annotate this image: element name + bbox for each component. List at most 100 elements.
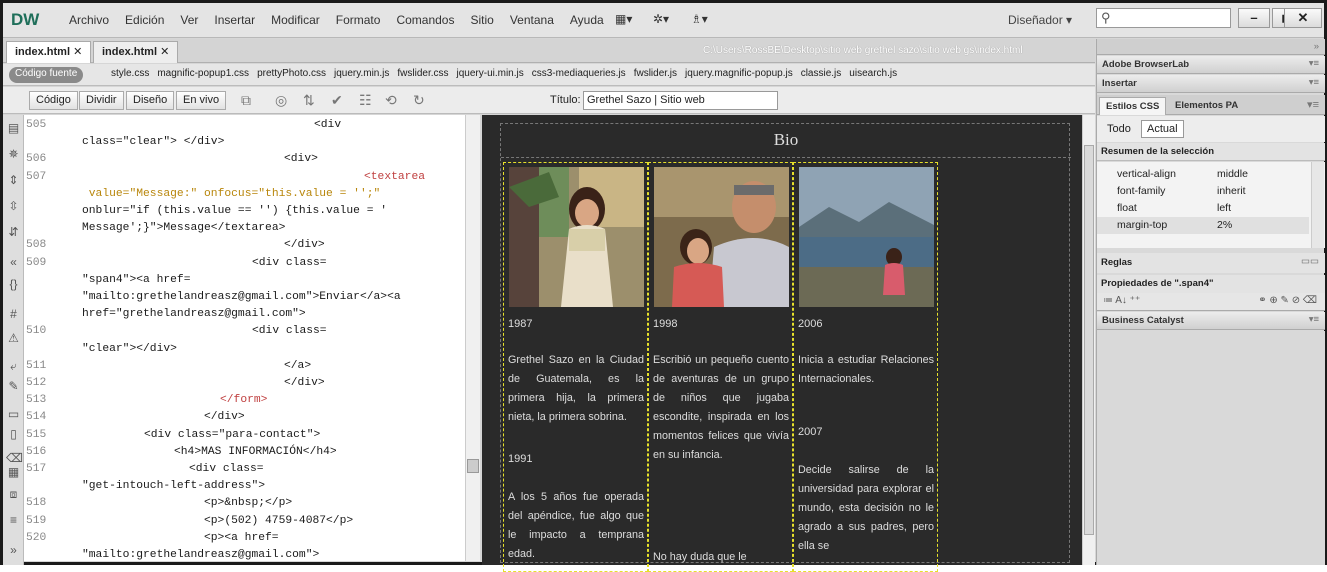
related-file[interactable]: style.css (111, 68, 149, 79)
file-management-icon[interactable]: ⇅ (303, 92, 315, 109)
panel-menu-icon[interactable]: ▾≡ (1307, 98, 1319, 111)
css-properties-list[interactable]: vertical-align middle font-family inherit … (1097, 162, 1325, 248)
related-file[interactable]: css3-mediaqueries.js (532, 68, 626, 79)
menu-archivo[interactable]: Archivo (61, 13, 117, 27)
related-file[interactable]: jquery-ui.min.js (457, 68, 524, 79)
bio-column-2006[interactable]: 2006 Inicia a estudiar Relaciones Intern… (793, 162, 938, 572)
preview-icon[interactable]: ◎ (275, 92, 287, 109)
panel-business-catalyst[interactable]: Business Catalyst ▾≡ (1097, 312, 1325, 330)
refresh-design-icon[interactable]: ⟲ (385, 92, 397, 109)
move-css-icon[interactable]: ⧈ (6, 487, 21, 502)
mode-todo-button[interactable]: Todo (1101, 120, 1137, 138)
panel-menu-icon[interactable]: ▾≡ (1309, 58, 1319, 69)
reload-icon[interactable]: ↻ (413, 92, 425, 109)
related-file[interactable]: fwslider.js (634, 68, 677, 79)
balance-braces-icon[interactable]: {} (6, 277, 21, 292)
menu-sitio[interactable]: Sitio (462, 13, 501, 27)
layout-icon[interactable]: ▦▾ (615, 12, 632, 26)
code-scrollbar[interactable] (465, 115, 480, 561)
code-line: onblur="if (this.value == '') {this.valu… (24, 205, 464, 222)
rule-actions-icon[interactable]: ⚭ ⊕ ✎ ⊘ ⌫ (1258, 295, 1317, 306)
check-icon[interactable]: ✔ (331, 92, 343, 109)
related-file[interactable]: uisearch.js (849, 68, 897, 79)
extend-icon[interactable]: ✲▾ (653, 12, 669, 26)
menu-insertar[interactable]: Insertar (206, 13, 263, 27)
remove-comment-icon[interactable]: ▯ (6, 427, 21, 442)
menu-formato[interactable]: Formato (328, 13, 389, 27)
tab-elementos-pa[interactable]: Elementos PA (1169, 97, 1244, 115)
tab-label: index.html (102, 46, 158, 58)
panel-collapse-bar[interactable]: » (1097, 39, 1325, 55)
bio-column-1998[interactable]: 1998 Escribió un pequeño cuento de avent… (648, 162, 793, 572)
related-file[interactable]: magnific-popup1.css (157, 68, 249, 79)
show-code-navigator-icon[interactable]: ✵ (6, 147, 21, 162)
property-row[interactable]: float left (1097, 200, 1309, 217)
tab-estilos-css[interactable]: Estilos CSS (1099, 97, 1167, 115)
menu-ventana[interactable]: Ventana (502, 13, 562, 27)
related-file[interactable]: jquery.min.js (334, 68, 389, 79)
design-view-button[interactable]: Diseño (126, 91, 175, 110)
property-row-selected[interactable]: margin-top 2% (1097, 217, 1309, 234)
indent-icon[interactable]: ≡ (6, 513, 21, 528)
close-icon[interactable]: ✕ (160, 46, 169, 58)
line-numbers-icon[interactable]: # (6, 307, 21, 322)
mode-actual-button[interactable]: Actual (1141, 120, 1184, 138)
related-file[interactable]: prettyPhoto.css (257, 68, 326, 79)
wrap-tag-icon[interactable]: ⌫ (6, 451, 23, 466)
recent-snippets-icon[interactable]: ▦ (6, 465, 21, 480)
collapse-icon[interactable]: » (1314, 41, 1319, 52)
visual-aids-icon[interactable]: ☷ (359, 92, 372, 109)
document-title-input[interactable]: Grethel Sazo | Sitio web (583, 91, 778, 110)
workspace-switcher[interactable]: Diseñador ▾ (1008, 13, 1072, 27)
code-line: 510 <div class= (24, 325, 464, 342)
related-file[interactable]: jquery.magnific-popup.js (685, 68, 793, 79)
panel-insertar[interactable]: Insertar ▾≡ (1097, 75, 1325, 93)
scroll-thumb[interactable] (1084, 145, 1094, 535)
close-button[interactable]: ✕ (1284, 8, 1322, 28)
related-file[interactable]: fwslider.css (397, 68, 448, 79)
code-editor[interactable]: 505 <div class="clear"> </div> 506 <div> 507 <… (24, 115, 480, 561)
show-category-icon[interactable]: ≔ A↓ ⁺⁺ (1103, 295, 1140, 306)
property-row[interactable]: font-family inherit (1097, 183, 1309, 200)
tab-index-html-1[interactable]: index.html ✕ (6, 41, 92, 63)
syntax-error-icon[interactable]: ✎ (6, 379, 21, 394)
menu-ayuda[interactable]: Ayuda (562, 13, 612, 27)
site-icon[interactable]: ♗▾ (691, 12, 708, 26)
multiscreen-icon[interactable]: ⧉ (241, 92, 251, 109)
scroll-thumb[interactable] (467, 459, 479, 473)
more-icon[interactable]: » (6, 543, 21, 558)
collapse-tag-icon[interactable]: ⇕ (6, 173, 21, 188)
source-code-button[interactable]: Código fuente (9, 67, 84, 83)
bio-column-1987[interactable]: 1987 Grethel Sazo en la Ciudad de Guatem… (503, 162, 648, 572)
expand-all-icon[interactable]: ⇵ (6, 225, 21, 240)
panel-menu-icon[interactable]: ▾≡ (1309, 77, 1319, 88)
properties-scrollbar[interactable] (1311, 162, 1324, 248)
design-scrollbar[interactable] (1082, 115, 1095, 565)
word-wrap-icon[interactable]: ⤶ (6, 359, 21, 374)
help-search-input[interactable]: ⚲ (1096, 8, 1231, 28)
panel-menu-icon[interactable]: ▾≡ (1309, 314, 1319, 325)
related-file[interactable]: classie.js (801, 68, 842, 79)
tab-index-html-2[interactable]: index.html ✕ (93, 41, 179, 63)
code-text: </div> (284, 239, 325, 252)
code-line: 508 </div> (24, 239, 464, 256)
close-icon[interactable]: ✕ (73, 46, 82, 58)
menu-ver[interactable]: Ver (172, 13, 206, 27)
menu-edicion[interactable]: Edición (117, 13, 172, 27)
collapse-selection-icon[interactable]: ⇳ (6, 199, 21, 214)
apply-comment-icon[interactable]: ▭ (6, 407, 21, 422)
select-parent-tag-icon[interactable]: « (6, 255, 21, 270)
rules-view-icon[interactable]: ▭▭ (1301, 256, 1319, 267)
property-row[interactable]: vertical-align middle (1097, 166, 1309, 183)
code-view-button[interactable]: Código (29, 91, 78, 110)
live-view-button[interactable]: En vivo (176, 91, 227, 110)
split-view-button[interactable]: Dividir (79, 91, 124, 110)
panel-browserlab[interactable]: Adobe BrowserLab ▾≡ (1097, 56, 1325, 74)
menu-modificar[interactable]: Modificar (263, 13, 328, 27)
minimize-button[interactable]: – (1238, 8, 1270, 28)
line-number: 516 (26, 445, 47, 458)
open-documents-icon[interactable]: ▤ (6, 121, 21, 136)
menu-comandos[interactable]: Comandos (388, 13, 462, 27)
highlight-invalid-icon[interactable]: ⚠ (6, 331, 21, 346)
design-view[interactable]: Bio 1987 Grethel Sazo en la Ciudad de Gu… (482, 115, 1082, 572)
